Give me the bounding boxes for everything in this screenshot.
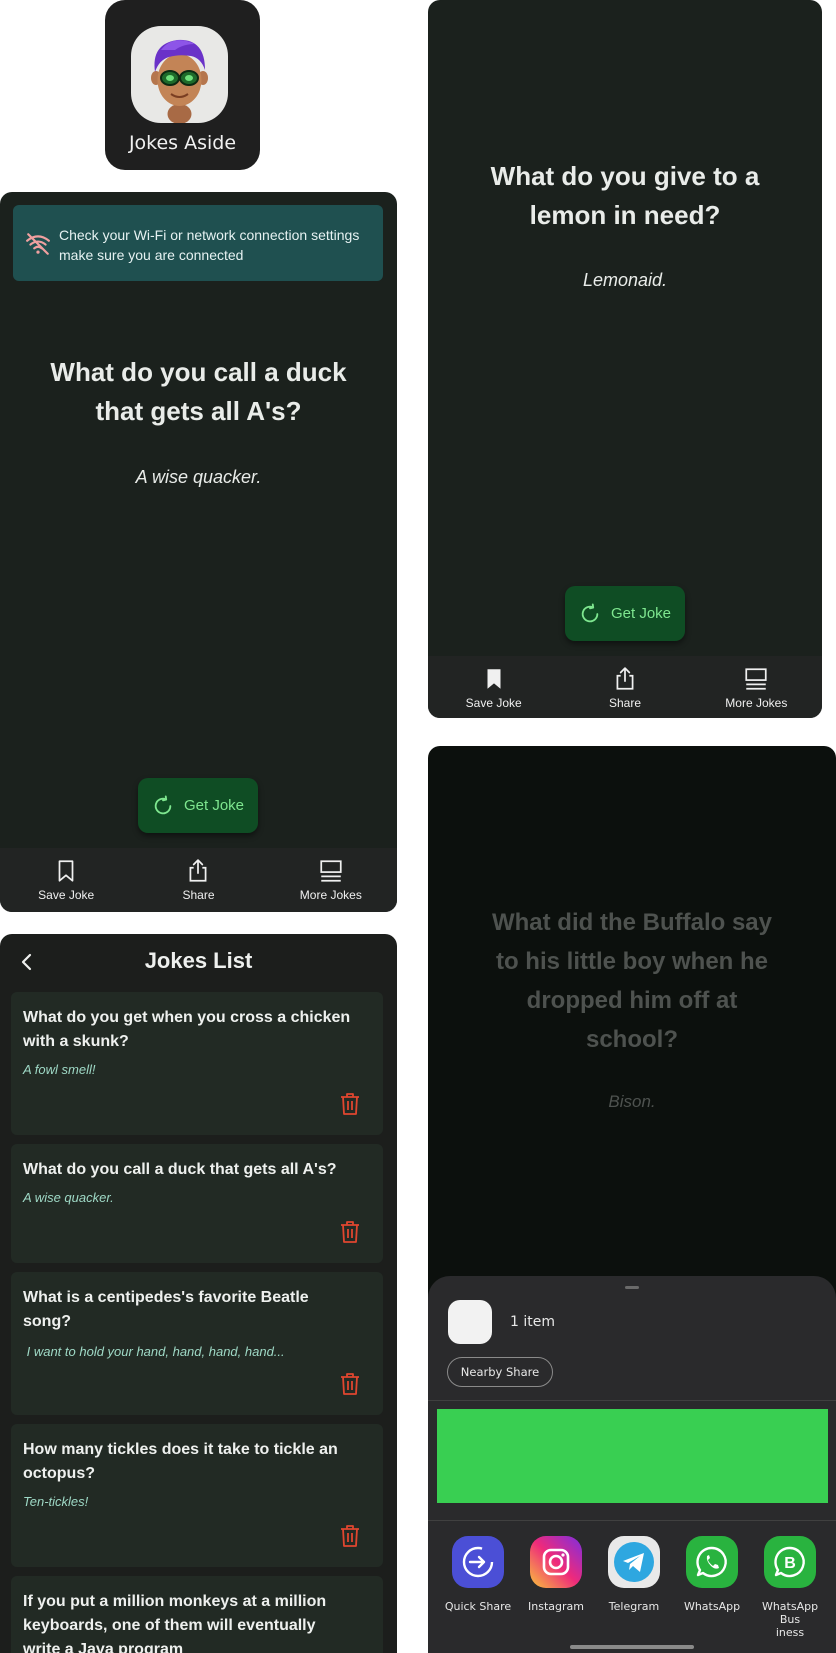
joke-question: What did the Buffalo say to his little b… — [491, 909, 772, 1053]
app-label: Telegram — [608, 1600, 660, 1613]
joke-answer: Ten-tickles! — [23, 1494, 89, 1509]
joke-question: What is a centipedes's favorite Beatle s… — [23, 1289, 309, 1330]
list-header: Jokes List — [0, 934, 397, 990]
joke-answer: I want to hold your hand, hand, hand, ha… — [23, 1344, 285, 1359]
nav-more-label: More Jokes — [725, 696, 788, 710]
list-icon — [320, 860, 342, 882]
telegram-icon — [608, 1536, 660, 1588]
drag-handle[interactable] — [625, 1286, 639, 1289]
network-warning-banner: Check your Wi-Fi or network connection s… — [13, 205, 383, 281]
list-item: What do you get when you cross a chicken… — [11, 992, 383, 1135]
share-app-quick-share[interactable]: Quick Share — [439, 1536, 517, 1613]
joke-question: What do you give to a lemon in need? — [490, 161, 760, 230]
quick-share-icon — [452, 1536, 504, 1588]
joke-answer: A wise quacker. — [135, 467, 262, 487]
app-label: WhatsApp Bus iness — [761, 1600, 819, 1639]
page-title: Jokes List — [144, 948, 253, 973]
share-screen: What did the Buffalo say to his little b… — [428, 746, 836, 1653]
divider — [428, 1400, 836, 1401]
whatsapp-business-icon: B — [764, 1536, 816, 1588]
list-item: If you put a million monkeys at a millio… — [11, 1576, 383, 1653]
app-label: Instagram — [528, 1600, 584, 1613]
app-label: WhatsApp — [683, 1600, 741, 1613]
get-joke-label: Get Joke — [183, 797, 245, 814]
joke-question: What do you call a duck that gets all A'… — [50, 357, 347, 426]
svg-text:B: B — [784, 1555, 796, 1572]
joke-question: How many tickles does it take to tickle … — [23, 1441, 338, 1482]
app-label: Quick Share — [444, 1600, 512, 1613]
share-item-thumbnail — [448, 1300, 492, 1344]
list-item: What is a centipedes's favorite Beatle s… — [11, 1272, 383, 1415]
share-icon — [616, 667, 634, 690]
bottom-navigation: Save Joke Share More Jokes — [0, 848, 397, 912]
wifi-off-icon — [26, 233, 50, 255]
app-name: Jokes Aside — [128, 132, 237, 154]
joke-screen-lemon: What do you give to a lemon in need? Lem… — [428, 0, 822, 718]
nav-share-label: Share — [182, 888, 215, 902]
share-app-whatsapp[interactable]: WhatsApp — [673, 1536, 751, 1613]
get-joke-button[interactable]: Get Joke — [138, 778, 258, 833]
share-app-instagram[interactable]: Instagram — [517, 1536, 595, 1613]
refresh-icon — [154, 794, 172, 814]
delete-icon[interactable] — [339, 1092, 361, 1116]
share-app-list: Quick Share Instagram Telegram WhatsApp — [428, 1536, 836, 1639]
share-icon — [190, 859, 207, 882]
network-warning-text: Check your Wi-Fi or network connection s… — [59, 227, 360, 263]
share-item-count: 1 item — [510, 1314, 555, 1330]
refresh-icon — [581, 602, 599, 622]
list-item: How many tickles does it take to tickle … — [11, 1424, 383, 1567]
joke-question: What do you get when you cross a chicken… — [23, 1009, 351, 1050]
nearby-share-button[interactable]: Nearby Share — [447, 1357, 553, 1387]
bookmark-icon — [58, 860, 74, 882]
home-indicator[interactable] — [570, 1645, 694, 1649]
nav-share-label: Share — [608, 696, 641, 710]
joke-answer: Lemonaid. — [582, 270, 668, 290]
delete-icon[interactable] — [339, 1220, 361, 1244]
instagram-icon — [530, 1536, 582, 1588]
delete-icon[interactable] — [339, 1524, 361, 1548]
memoji-avatar-icon — [151, 39, 208, 124]
share-sheet: 1 item Nearby Share Quick Share Instagra… — [428, 1276, 836, 1653]
app-icon-tile[interactable]: Jokes Aside — [105, 0, 260, 170]
share-app-whatsapp-business[interactable]: B WhatsApp Bus iness — [751, 1536, 829, 1639]
nav-save-joke[interactable]: Save Joke — [428, 656, 559, 718]
bookmark-icon — [487, 669, 501, 689]
list-icon — [745, 668, 767, 690]
jokes-list-screen: Jokes List What do you get when you cros… — [0, 934, 397, 1653]
avatar — [131, 26, 228, 124]
joke-screen-offline: Check your Wi-Fi or network connection s… — [0, 192, 397, 912]
joke-answer: Bison. — [608, 1092, 656, 1111]
nav-more-jokes[interactable]: More Jokes — [691, 656, 822, 718]
joke-answer: A fowl smell! — [23, 1062, 96, 1077]
list-item: What do you call a duck that gets all A'… — [11, 1144, 383, 1263]
joke-answer: A wise quacker. — [23, 1190, 114, 1205]
divider — [428, 1520, 836, 1521]
whatsapp-icon — [686, 1536, 738, 1588]
nav-save-joke[interactable]: Save Joke — [0, 848, 132, 912]
nav-share[interactable]: Share — [132, 848, 264, 912]
joke-question: If you put a million monkeys at a millio… — [23, 1593, 327, 1653]
get-joke-label: Get Joke — [610, 605, 672, 622]
joke-question: What do you call a duck that gets all A'… — [23, 1161, 337, 1178]
nav-save-label: Save Joke — [38, 888, 95, 902]
nav-more-jokes[interactable]: More Jokes — [265, 848, 397, 912]
nav-share[interactable]: Share — [559, 656, 690, 718]
nav-save-label: Save Joke — [465, 696, 522, 710]
nav-more-label: More Jokes — [299, 888, 362, 902]
delete-icon[interactable] — [339, 1372, 361, 1396]
bottom-navigation: Save Joke Share More Jokes — [428, 656, 822, 718]
share-app-telegram[interactable]: Telegram — [595, 1536, 673, 1613]
get-joke-button[interactable]: Get Joke — [565, 586, 685, 641]
share-preview — [437, 1409, 828, 1503]
